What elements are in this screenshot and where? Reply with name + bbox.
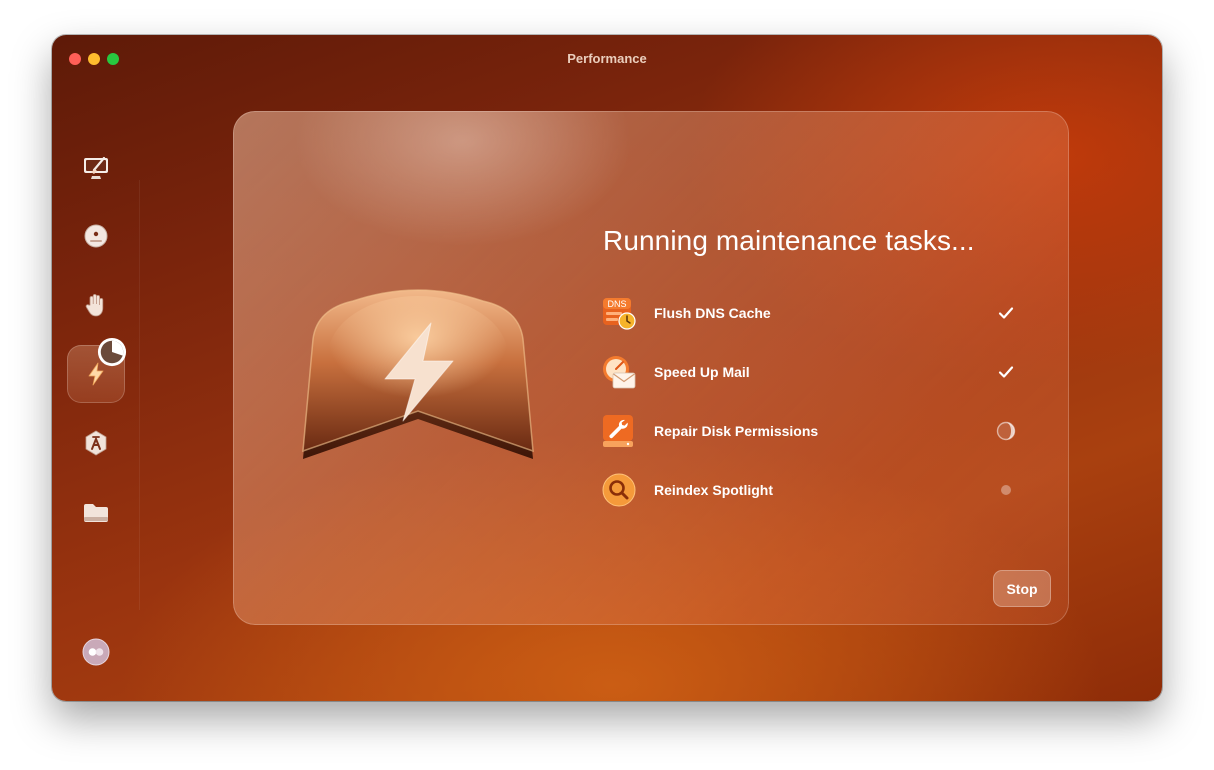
spotlight-search-icon xyxy=(602,473,636,507)
task-row-speed-up-mail: Speed Up Mail xyxy=(601,352,1021,392)
sidebar-item-privacy[interactable] xyxy=(67,276,125,334)
monitor-broom-icon xyxy=(84,156,108,179)
stop-button[interactable]: Stop xyxy=(993,570,1051,607)
page-title: Running maintenance tasks... xyxy=(603,225,975,256)
progress-pie-icon xyxy=(97,337,127,367)
assistant-button[interactable] xyxy=(67,623,125,681)
task-done-icon xyxy=(996,303,1016,323)
applications-icon xyxy=(85,430,107,456)
performance-bolt-shield-icon xyxy=(302,289,534,459)
shield-disk-icon xyxy=(84,224,108,248)
folder-icon xyxy=(84,504,108,522)
task-done-icon xyxy=(996,362,1016,382)
sidebar-item-files[interactable] xyxy=(67,483,125,541)
svg-text:DNS: DNS xyxy=(607,299,626,309)
assistant-icon xyxy=(82,638,110,666)
sidebar-item-protection[interactable] xyxy=(67,207,125,265)
dns-icon: DNS xyxy=(603,298,636,330)
task-running-spinner-icon xyxy=(996,421,1016,441)
app-window: Performance Running maintenance tasks...… xyxy=(52,35,1162,701)
sidebar-item-applications[interactable] xyxy=(67,414,125,472)
task-label: Speed Up Mail xyxy=(654,364,750,380)
task-label: Reindex Spotlight xyxy=(654,482,773,498)
task-row-repair-disk-permissions: Repair Disk Permissions xyxy=(601,411,1021,451)
sidebar-item-cleanup[interactable] xyxy=(67,138,125,196)
disk-wrench-icon xyxy=(603,415,633,447)
main-panel: Running maintenance tasks... DNS Flush D… xyxy=(233,111,1069,625)
sidebar-divider xyxy=(139,180,140,610)
task-row-reindex-spotlight: Reindex Spotlight xyxy=(601,470,1021,510)
window-title: Performance xyxy=(567,51,647,66)
task-pending-dot-icon xyxy=(996,480,1016,500)
mail-speed-icon xyxy=(603,356,636,389)
task-row-flush-dns: DNS Flush DNS Cache xyxy=(601,293,1021,333)
task-label: Flush DNS Cache xyxy=(654,305,771,321)
task-label: Repair Disk Permissions xyxy=(654,423,819,439)
privacy-hand-icon xyxy=(85,294,104,317)
sidebar-item-performance[interactable] xyxy=(67,337,127,403)
